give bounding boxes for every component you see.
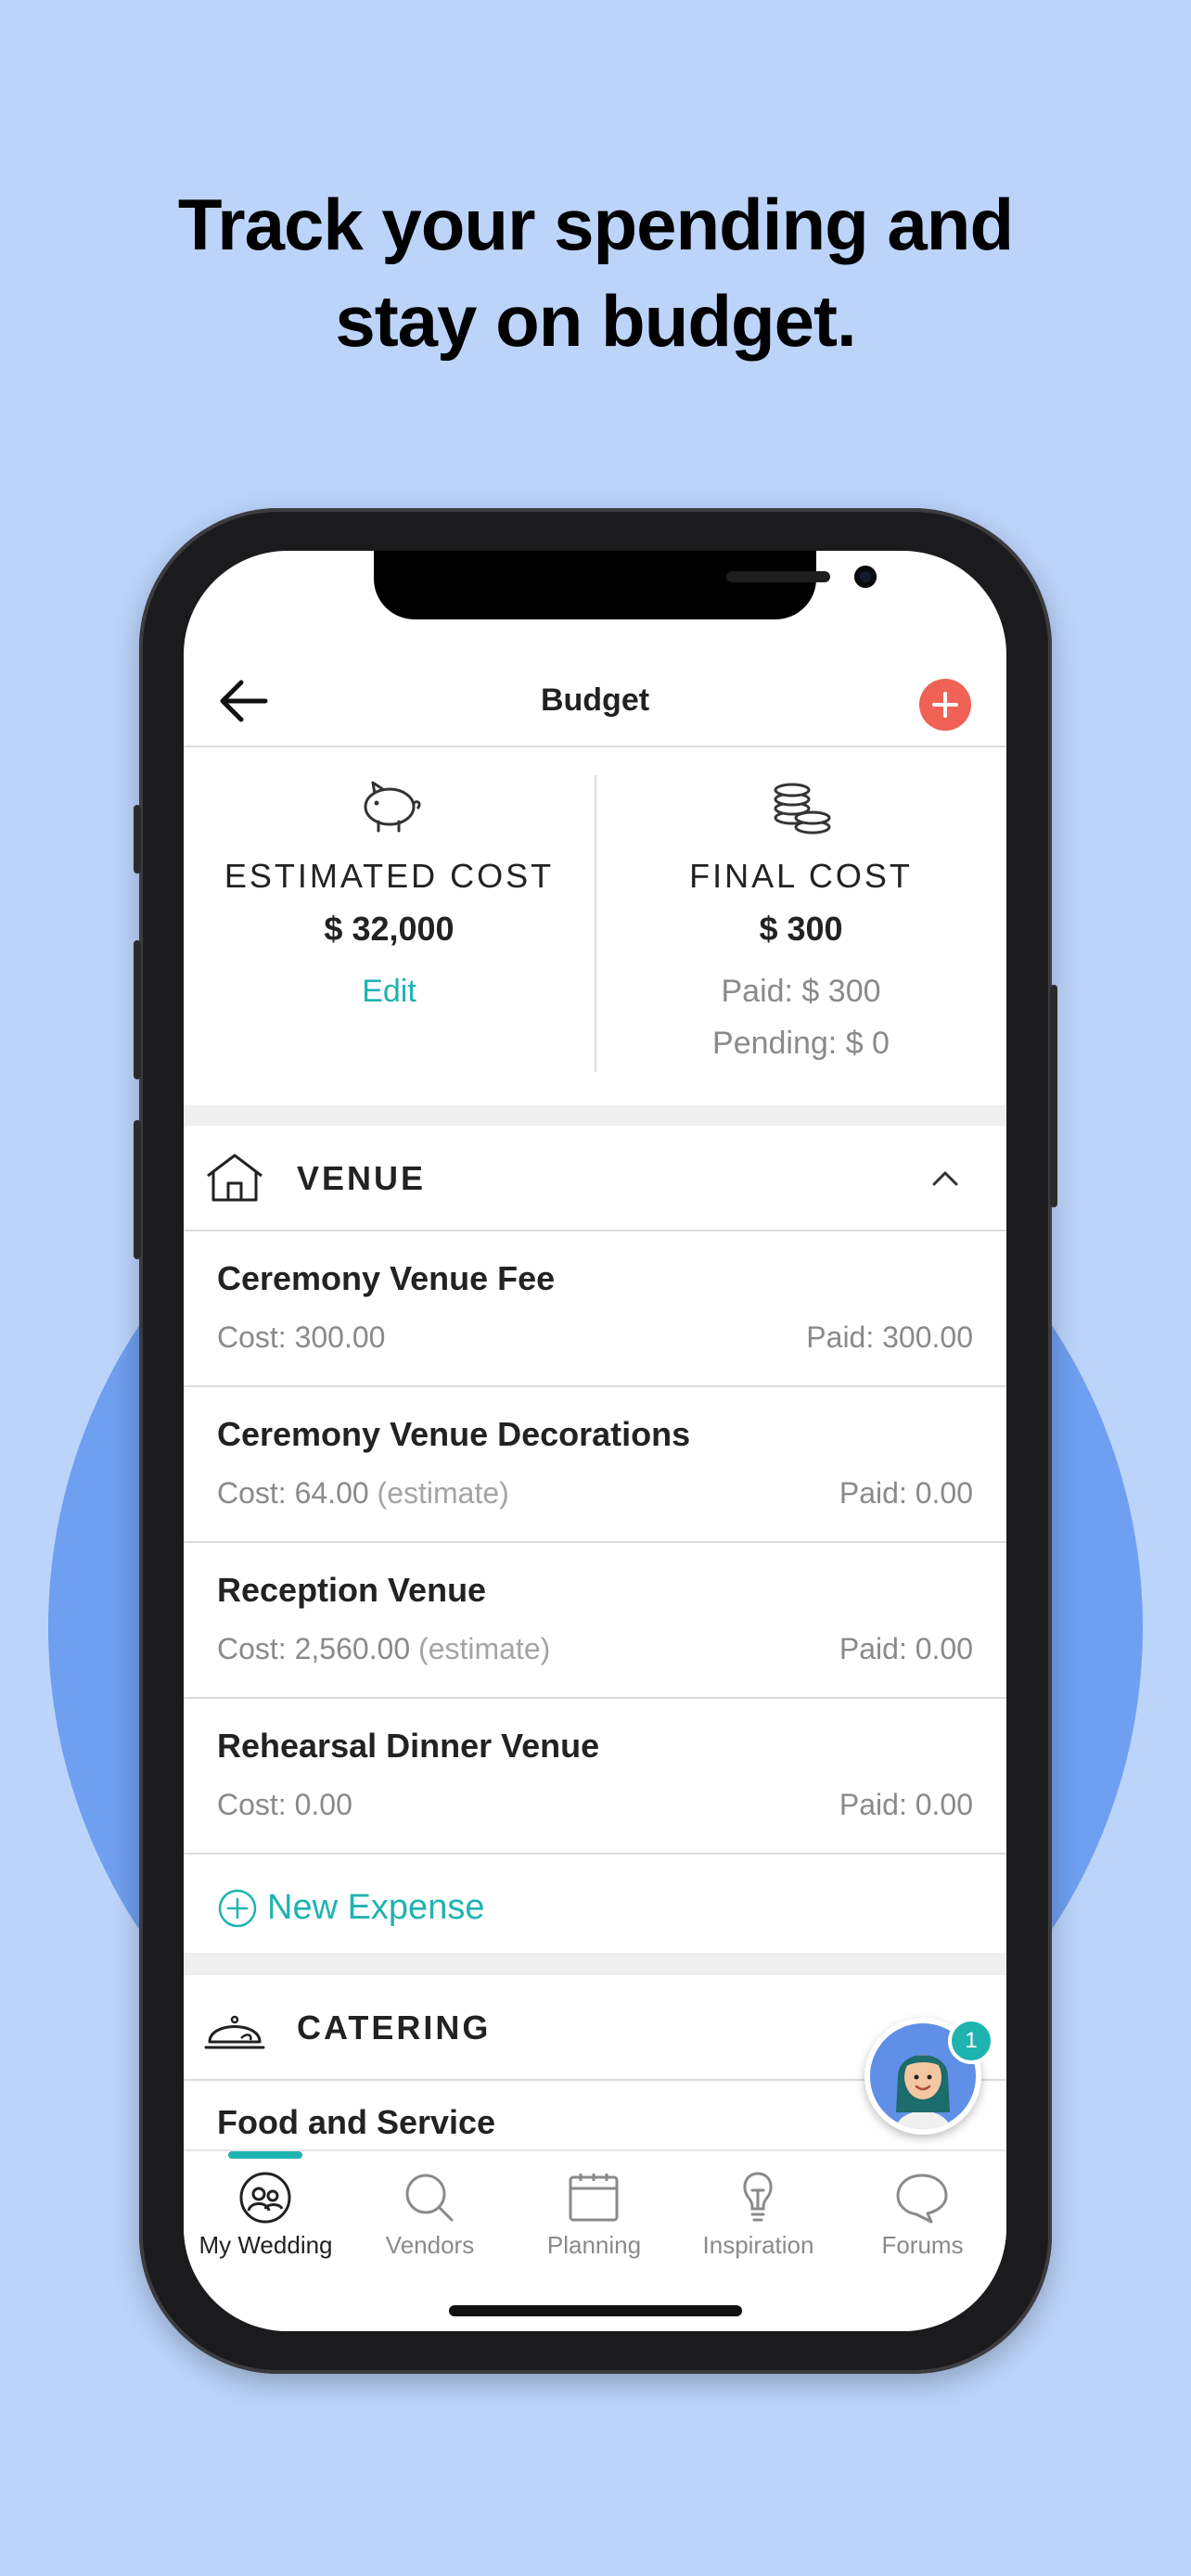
new-expense-label: New Expense	[267, 1888, 485, 1927]
cost-value: Cost: 0.00	[217, 1788, 352, 1821]
budget-summary: ESTIMATED COST $ 32,000 Edit FINAL COST …	[184, 747, 1006, 1100]
front-camera	[854, 566, 877, 588]
expense-cost: Cost: 2,560.00 (estimate)	[217, 1632, 550, 1666]
active-tab-indicator	[228, 2151, 302, 2159]
expense-name: Ceremony Venue Decorations	[217, 1415, 691, 1453]
section-spacer	[184, 1953, 1006, 1975]
expense-paid: Paid: 0.00	[839, 1788, 973, 1821]
cost-value: Cost: 2,560.00	[217, 1632, 411, 1665]
notification-badge: 1	[948, 2018, 994, 2064]
notepad-icon	[569, 2174, 619, 2222]
category-header-venue[interactable]: VENUE	[184, 1126, 1006, 1230]
navigation-bar: Budget	[184, 653, 1006, 746]
expense-cost: Cost: 300.00	[217, 1320, 385, 1355]
paid-amount: Paid: $ 300	[721, 974, 881, 1009]
cost-value: Cost: 64.00	[217, 1476, 369, 1510]
headline-line-2: stay on budget.	[335, 280, 856, 362]
plus-circle-icon	[218, 1889, 257, 1928]
expense-name: Food and Service	[217, 2103, 496, 2141]
estimated-cost-label: ESTIMATED COST	[224, 857, 555, 895]
expense-name: Ceremony Venue Fee	[217, 1259, 556, 1297]
expense-name: Rehearsal Dinner Venue	[217, 1727, 600, 1765]
tab-label: Forums	[881, 2231, 964, 2259]
row-divider	[184, 1853, 1006, 1855]
expense-paid: Paid: 0.00	[839, 1476, 973, 1510]
tab-my-wedding[interactable]: My Wedding	[184, 2151, 348, 2281]
estimated-cost-panel: ESTIMATED COST $ 32,000 Edit	[184, 747, 595, 1100]
expense-paid: Paid: 300.00	[806, 1320, 973, 1354]
expense-name: Reception Venue	[217, 1571, 487, 1609]
final-cost-value: $ 300	[759, 910, 843, 948]
tab-label: My Wedding	[198, 2231, 333, 2259]
chat-bubble-icon	[896, 2174, 948, 2224]
page-headline: Track your spending and stay on budget.	[0, 176, 1191, 369]
pending-amount: Pending: $ 0	[712, 1026, 890, 1061]
category-title: CATERING	[297, 2009, 492, 2047]
list-item[interactable]: Rehearsal Dinner Venue Cost: 0.00 Paid: …	[184, 1699, 1006, 1853]
list-item[interactable]: Reception Venue Cost: 2,560.00 (estimate…	[184, 1543, 1006, 1697]
tab-vendors[interactable]: Vendors	[348, 2151, 512, 2281]
section-spacer	[184, 1105, 1006, 1126]
silent-switch	[134, 805, 141, 874]
speaker	[726, 571, 830, 582]
tab-label: Planning	[546, 2231, 642, 2259]
headline-line-1: Track your spending and	[177, 184, 1014, 265]
tab-label: Inspiration	[702, 2231, 814, 2259]
home-indicator	[449, 2305, 742, 2316]
expense-paid: Paid: 0.00	[839, 1632, 973, 1665]
volume-down-button	[134, 1120, 141, 1259]
category-title: VENUE	[297, 1159, 427, 1197]
volume-up-button	[134, 940, 141, 1079]
tab-planning[interactable]: Planning	[512, 2151, 676, 2281]
edit-estimate-link[interactable]: Edit	[184, 974, 595, 1010]
cost-value: Cost: 300.00	[217, 1320, 386, 1354]
phone-screen: Budget ESTIMATED COST $ 32,000 Edit FINA…	[184, 551, 1006, 2331]
tab-label: Vendors	[385, 2231, 475, 2259]
power-button	[1050, 985, 1057, 1207]
estimate-tag: (estimate)	[418, 1632, 551, 1665]
estimated-cost-value: $ 32,000	[324, 910, 455, 948]
chevron-up-icon[interactable]	[931, 1168, 959, 1187]
tab-forums[interactable]: Forums	[840, 2151, 1005, 2281]
final-cost-label: FINAL COST	[689, 857, 913, 895]
add-expense-button[interactable]	[919, 679, 971, 731]
estimate-tag: (estimate)	[377, 1476, 509, 1510]
final-cost-panel: FINAL COST $ 300 Paid: $ 300 Pending: $ …	[596, 747, 1006, 1100]
list-item[interactable]: Ceremony Venue Fee Cost: 300.00 Paid: 30…	[184, 1231, 1006, 1385]
notch	[374, 551, 877, 619]
piggy-bank-icon	[364, 781, 421, 833]
coins-icon	[774, 783, 831, 835]
lightbulb-icon	[743, 2172, 773, 2222]
tab-bar: My Wedding Vendors Planning Inspiration	[184, 2149, 1006, 2331]
list-item[interactable]: Ceremony Venue Decorations Cost: 64.00 (…	[184, 1387, 1006, 1541]
page-title: Budget	[540, 682, 650, 718]
plus-icon	[932, 692, 958, 718]
search-icon	[405, 2174, 454, 2222]
cloche-icon	[204, 2015, 265, 2049]
expense-cost: Cost: 0.00	[217, 1788, 352, 1822]
expense-cost: Cost: 64.00 (estimate)	[217, 1476, 509, 1511]
couple-icon	[239, 2172, 291, 2224]
tab-inspiration[interactable]: Inspiration	[676, 2151, 840, 2281]
house-icon	[207, 1154, 263, 1202]
